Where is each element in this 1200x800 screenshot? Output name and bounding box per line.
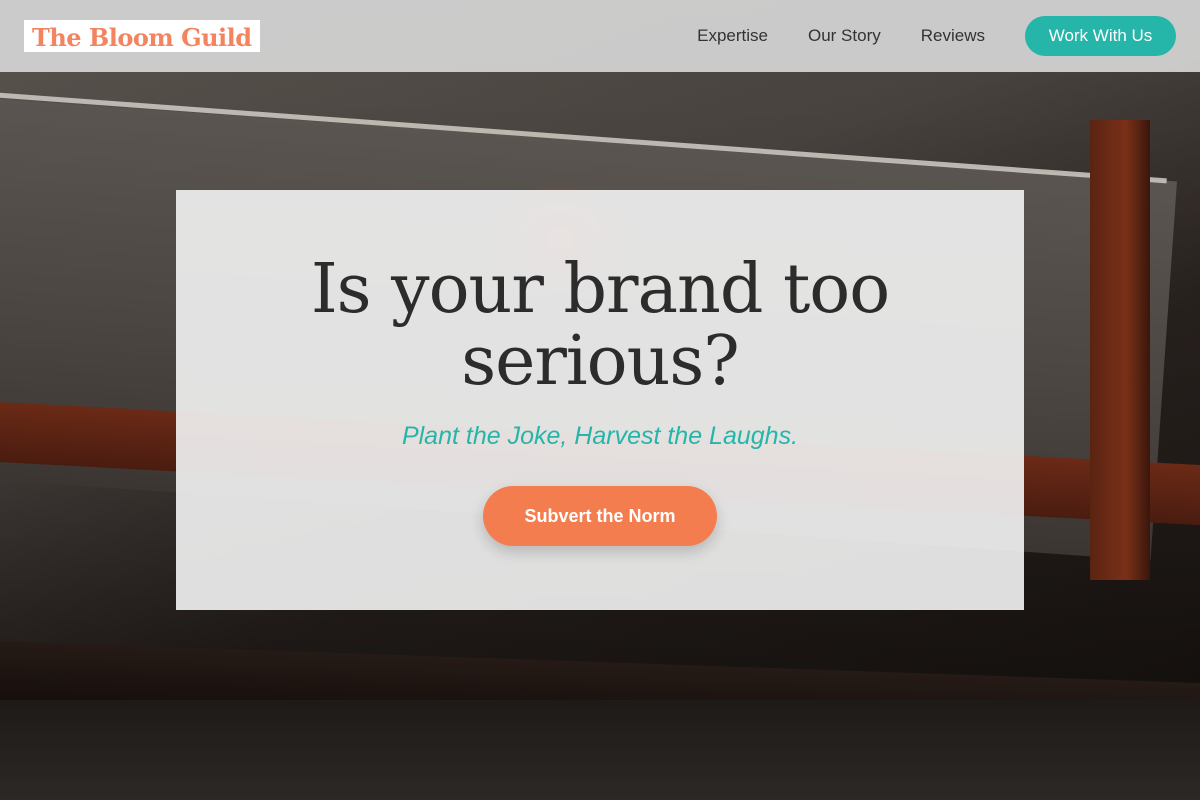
page: The Bloom Guild Expertise Our Story Revi… bbox=[0, 0, 1200, 800]
hero-card: Is your brand too serious? Plant the Jok… bbox=[176, 190, 1024, 610]
brand-logo[interactable]: The Bloom Guild bbox=[24, 20, 260, 52]
work-with-us-button[interactable]: Work With Us bbox=[1025, 16, 1176, 56]
nav-link-our-story[interactable]: Our Story bbox=[808, 26, 881, 46]
background-floor bbox=[0, 700, 1200, 800]
site-header: The Bloom Guild Expertise Our Story Revi… bbox=[0, 0, 1200, 72]
nav-link-reviews[interactable]: Reviews bbox=[921, 26, 985, 46]
main-nav: Expertise Our Story Reviews Work With Us bbox=[697, 16, 1176, 56]
subvert-the-norm-button[interactable]: Subvert the Norm bbox=[483, 486, 717, 546]
hero-subtitle: Plant the Joke, Harvest the Laughs. bbox=[401, 422, 799, 450]
hero-title: Is your brand too serious? bbox=[310, 250, 890, 401]
background-red-post bbox=[1090, 120, 1150, 580]
nav-link-expertise[interactable]: Expertise bbox=[697, 26, 768, 46]
